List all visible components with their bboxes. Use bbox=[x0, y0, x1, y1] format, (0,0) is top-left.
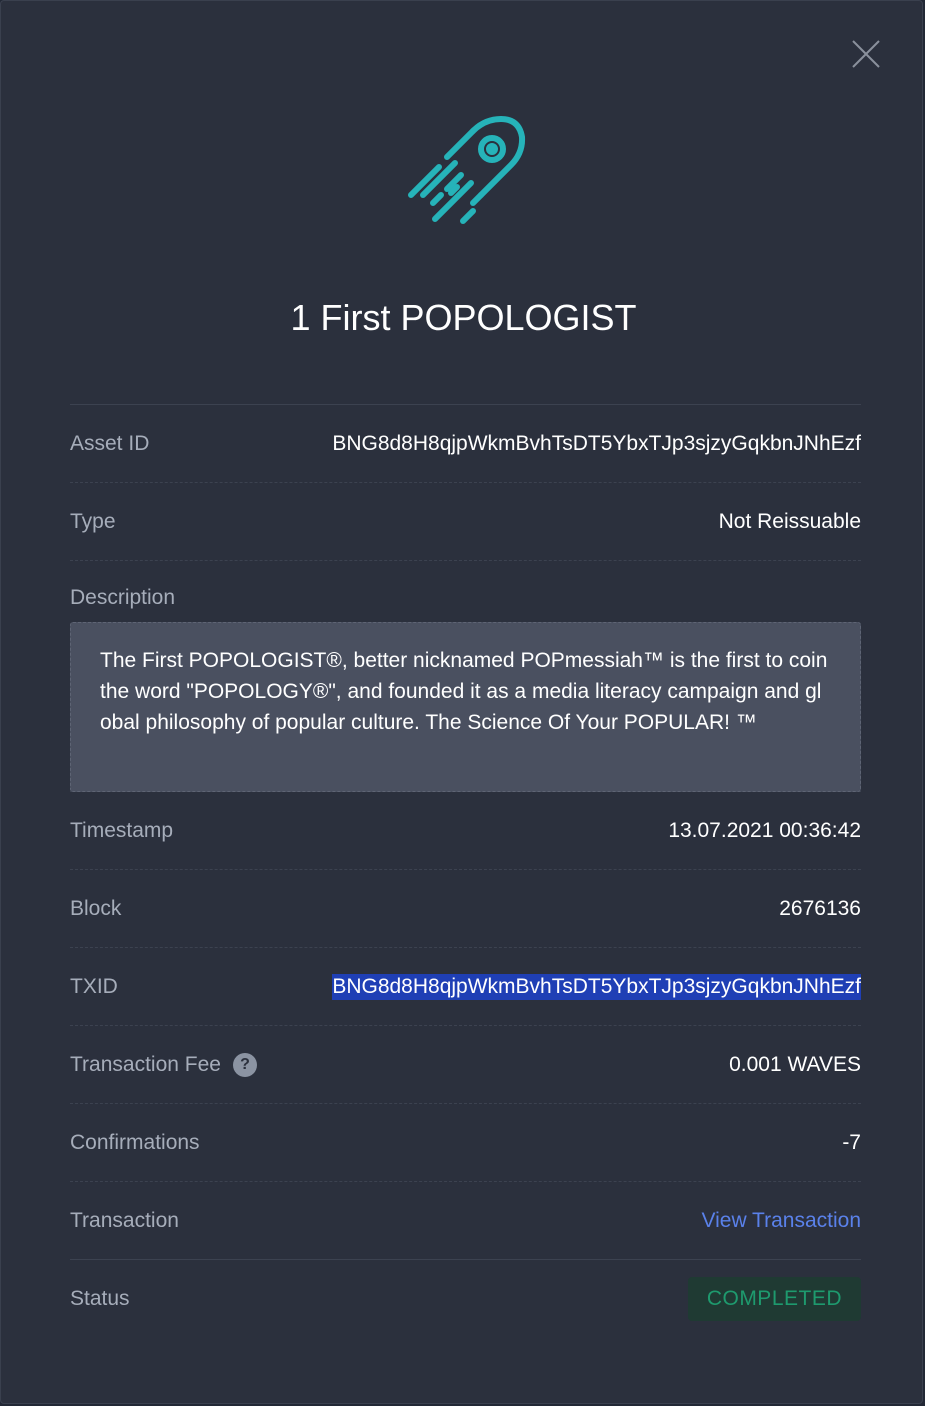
status-label: Status bbox=[70, 1286, 130, 1310]
txid-value[interactable]: BNG8d8H8qjpWkmBvhTsDT5YbxTJp3sjzyGqkbnJN… bbox=[332, 973, 861, 1000]
txid-label: TXID bbox=[70, 974, 118, 998]
transaction-label: Transaction bbox=[70, 1208, 179, 1232]
description-text[interactable]: The First POPOLOGIST®, better nicknamed … bbox=[70, 622, 861, 792]
close-button[interactable] bbox=[846, 34, 886, 74]
row-status: Status COMPLETED bbox=[70, 1260, 861, 1337]
block-label: Block bbox=[70, 896, 122, 920]
row-block: Block 2676136 bbox=[70, 870, 861, 948]
transaction-fee-label-group: Transaction Fee ? bbox=[70, 1052, 257, 1077]
row-description: Description The First POPOLOGIST®, bette… bbox=[70, 561, 861, 792]
row-timestamp: Timestamp 13.07.2021 00:36:42 bbox=[70, 792, 861, 870]
comet-icon bbox=[408, 116, 526, 224]
timestamp-value: 13.07.2021 00:36:42 bbox=[668, 818, 861, 842]
asset-id-label: Asset ID bbox=[70, 431, 150, 455]
asset-title: 1 First POPOLOGIST bbox=[290, 297, 637, 338]
type-label: Type bbox=[70, 509, 116, 533]
row-transaction-fee: Transaction Fee ? 0.001 WAVES bbox=[70, 1026, 861, 1104]
asset-id-value[interactable]: BNG8d8H8qjpWkmBvhTsDT5YbxTJp3sjzyGqkbnJN… bbox=[332, 432, 861, 456]
description-label: Description bbox=[70, 586, 176, 609]
help-icon[interactable]: ? bbox=[232, 1052, 257, 1077]
type-value: Not Reissuable bbox=[718, 509, 861, 533]
status-badge: COMPLETED bbox=[687, 1276, 861, 1321]
row-txid: TXID BNG8d8H8qjpWkmBvhTsDT5YbxTJp3sjzyGq… bbox=[70, 948, 861, 1026]
view-transaction-link[interactable]: View Transaction bbox=[701, 1209, 861, 1233]
transaction-fee-value: 0.001 WAVES bbox=[729, 1052, 861, 1076]
timestamp-label: Timestamp bbox=[70, 818, 174, 842]
row-type: Type Not Reissuable bbox=[70, 483, 861, 561]
row-asset-id: Asset ID BNG8d8H8qjpWkmBvhTsDT5YbxTJp3sj… bbox=[70, 405, 861, 483]
asset-details-list: Asset ID BNG8d8H8qjpWkmBvhTsDT5YbxTJp3sj… bbox=[70, 404, 861, 1337]
close-icon bbox=[852, 40, 880, 68]
transaction-fee-label: Transaction Fee bbox=[70, 1052, 221, 1076]
row-transaction: Transaction View Transaction bbox=[70, 1182, 861, 1260]
asset-details-modal: 1 First POPOLOGIST Asset ID BNG8d8H8qjpW… bbox=[0, 0, 923, 1404]
row-confirmations: Confirmations -7 bbox=[70, 1104, 861, 1182]
block-value: 2676136 bbox=[779, 896, 861, 920]
confirmations-label: Confirmations bbox=[70, 1130, 200, 1154]
confirmations-value: -7 bbox=[842, 1130, 861, 1154]
